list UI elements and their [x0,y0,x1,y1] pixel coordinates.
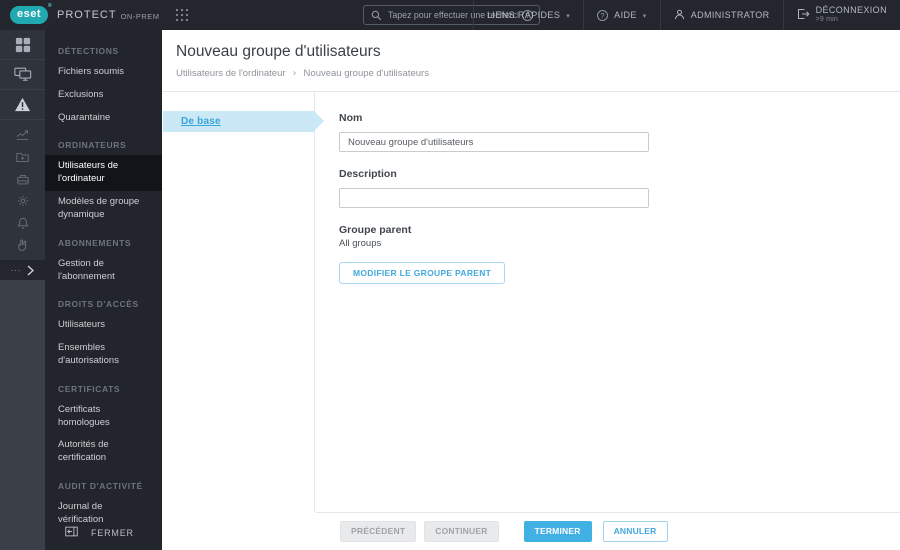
user-icon [674,9,685,22]
menu-section-title: ABONNEMENTS [58,237,132,248]
status-icon[interactable] [0,234,45,256]
logout-label: DÉCONNEXION [815,5,887,15]
reports-icon[interactable] [0,124,45,146]
expand-rail-icon [27,264,35,276]
breadcrumb-item-current: Nouveau groupe d'utilisateurs [303,68,429,79]
menu-section-title: ORDINATEURS [58,140,127,151]
page-title: Nouveau groupe d'utilisateurs [176,43,381,60]
wizard-steps-panel: De base [162,92,324,512]
user-menu[interactable]: ADMINISTRATOR [659,0,783,30]
help-menu[interactable]: ? AIDE ▾ [583,0,660,30]
apps-grid-icon[interactable] [175,8,189,22]
finish-button[interactable]: TERMINER [523,520,592,542]
chevron-down-icon: ▾ [642,11,647,20]
name-label: Nom [339,112,363,124]
menu-section-title: AUDIT D'ACTIVITÉ [58,481,143,491]
change-parent-group-button[interactable]: MODIFIER LE GROUPE PARENT [339,262,506,284]
installers-icon[interactable] [0,168,45,190]
sidebar-item[interactable]: Fichiers soumis [45,61,162,84]
cancel-button[interactable]: ANNULER [602,520,668,542]
tasks-icon[interactable] [0,146,45,168]
sidebar-nav: DÉTECTIONS Fichiers soumis Exclusions Quara… [45,30,162,526]
more-icon[interactable]: ... [0,260,45,280]
notifications-icon[interactable] [0,212,45,234]
sidebar-item[interactable]: Certificats homologues [45,399,162,435]
help-label: AIDE [614,10,637,20]
wizard-footer: PRÉCÉDENT CONTINUER TERMINER ANNULER [162,512,900,550]
main-content: Nouveau groupe d'utilisateurs Utilisateu… [162,30,900,550]
policies-icon[interactable] [0,190,45,212]
sidebar-item[interactable]: Quarantaine [45,107,162,130]
sidebar-item[interactable]: Modèles de groupe dynamique [45,191,162,227]
product-name: PROTECT [57,9,117,21]
parent-group-label: Groupe parent [339,224,412,236]
search-icon [371,10,382,21]
sidebar-item[interactable]: Ensembles d'autorisations [45,337,162,373]
parent-group-value: All groups [339,238,382,249]
user-label: ADMINISTRATOR [690,10,770,20]
icon-rail: ... [0,30,45,550]
menu-section-title: CERTIFICATS [58,383,121,394]
breadcrumb-item[interactable]: Utilisateurs de l'ordinateur [176,68,286,79]
menu-section-title: DÉTECTIONS [58,46,119,56]
chevron-down-icon: ▾ [566,11,571,20]
collapse-menu-label: FERMER [91,527,134,538]
name-input[interactable] [339,132,649,152]
menu-section-title: DROITS D'ACCÈS [58,299,139,310]
top-nav: LIENS RAPIDES ▾ ? AIDE ▾ ADMINISTRATOR D… [473,0,900,30]
quick-links-label: LIENS RAPIDES [487,10,561,20]
wizard-body: De base Nom Description Groupe parent Al… [162,92,900,512]
previous-button: PRÉCÉDENT [340,520,417,542]
breadcrumb: Utilisateurs de l'ordinateur › Nouveau g… [176,68,900,79]
wizard-step-de-base[interactable]: De base [163,111,324,132]
sidebar-item[interactable]: Journal de vérification [45,496,162,526]
more-dots: ... [10,263,22,273]
group-form: Nom Description Groupe parent All groups… [315,92,900,512]
sidebar: DÉTECTIONS Fichiers soumis Exclusions Quara… [45,30,162,550]
eset-protect-console: eset® PROTECT ON-PREM ? [0,0,900,550]
detections-icon[interactable] [0,90,45,120]
wizard-step-label: De base [181,116,221,127]
computers-icon[interactable] [0,60,45,90]
description-input[interactable] [339,188,649,208]
description-label: Description [339,168,397,180]
rail-spacer [0,280,45,550]
eset-logo: eset ® [10,4,52,24]
sidebar-item[interactable]: Utilisateurs [45,314,162,337]
continue-button: CONTINUER [424,520,499,542]
sidebar-item[interactable]: Gestion de l'abonnement [45,253,162,289]
sidebar-item[interactable]: Autorités de certification [45,434,162,470]
logout-button[interactable]: DÉCONNEXION >9 min [782,0,900,30]
page-header: Nouveau groupe d'utilisateurs Utilisateu… [162,30,900,92]
top-bar: eset® PROTECT ON-PREM ? [0,0,900,30]
help-circle-icon: ? [597,9,609,21]
product-suffix: ON-PREM [120,11,160,21]
breadcrumb-separator-icon: › [292,68,297,79]
sidebar-item[interactable]: Exclusions [45,84,162,107]
logout-icon [797,8,810,22]
quick-links-menu[interactable]: LIENS RAPIDES ▾ [473,0,583,30]
dashboard-icon[interactable] [0,30,45,60]
collapse-menu-icon [65,526,78,539]
collapse-menu-button[interactable]: FERMER [45,526,162,550]
session-timeout: >9 min [815,16,838,24]
eset-logo-text: eset [17,8,42,20]
sidebar-item[interactable]: Utilisateurs de l'ordinateur [45,155,162,192]
